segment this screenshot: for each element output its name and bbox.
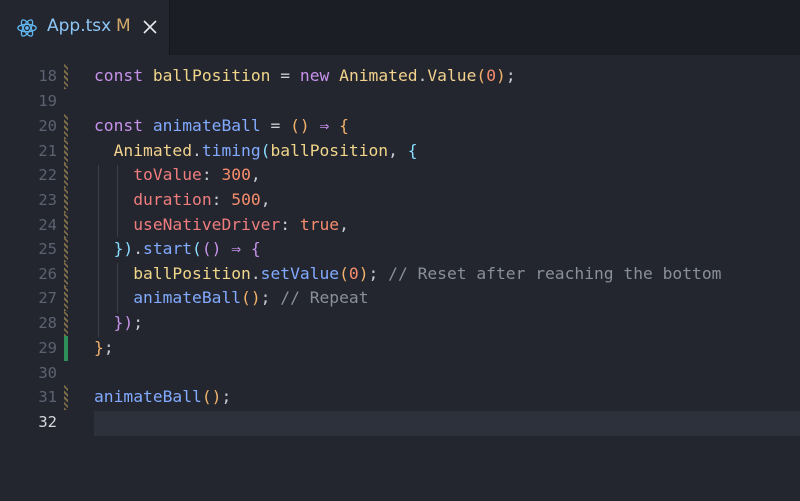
code-line: 27 animateBall(); // Repeat xyxy=(0,286,800,311)
line-number: 18 xyxy=(38,67,57,85)
code-line: 31 animateBall(); xyxy=(0,385,800,410)
code-text: useNativeDriver: true, xyxy=(133,215,349,234)
code-text: toValue: 300, xyxy=(133,165,261,184)
close-icon[interactable] xyxy=(141,18,159,36)
gutter-modified-marker xyxy=(64,114,68,139)
code-text: duration: 500, xyxy=(133,190,271,209)
line-number: 29 xyxy=(38,339,57,357)
modified-badge: M xyxy=(116,16,131,36)
code-text: animateBall(); // Repeat xyxy=(133,288,369,307)
code-text: }; xyxy=(94,338,114,357)
gutter-modified-marker xyxy=(64,385,68,410)
code-line: 19 xyxy=(0,89,800,114)
code-line: 17 xyxy=(0,55,800,63)
line-number: 30 xyxy=(38,364,57,382)
gutter-modified-marker xyxy=(64,188,68,213)
code-line: 28 }); xyxy=(0,311,800,336)
code-line-current[interactable]: 32 xyxy=(0,410,800,435)
code-line: 24 useNativeDriver: true, xyxy=(0,213,800,238)
code-text: animateBall(); xyxy=(94,387,232,406)
code-text: Animated.timing(ballPosition, { xyxy=(113,141,418,160)
line-number: 31 xyxy=(38,388,57,406)
line-number: 24 xyxy=(38,216,57,234)
line-number: 20 xyxy=(38,117,57,135)
code-text: ballPosition.setValue(0); // Reset after… xyxy=(133,264,722,283)
line-number-current: 32 xyxy=(38,413,57,431)
code-line: 23 duration: 500, xyxy=(0,188,800,213)
line-number: 26 xyxy=(38,265,57,283)
line-number: 22 xyxy=(38,166,57,184)
code-line: 20 const animateBall = () ⇒ { xyxy=(0,114,800,139)
code-line: 21 Animated.timing(ballPosition, { xyxy=(0,139,800,164)
gutter-modified-marker xyxy=(64,139,68,164)
line-number: 25 xyxy=(38,240,57,258)
gutter-modified-marker xyxy=(64,213,68,238)
code-line: 18 const ballPosition = new Animated.Val… xyxy=(0,64,800,89)
code-line: 29 }; xyxy=(0,336,800,361)
code-line: 22 toValue: 300, xyxy=(0,163,800,188)
code-text: const animateBall = () ⇒ { xyxy=(94,116,349,135)
tab-bar: App.tsx M xyxy=(0,0,800,55)
code-editor[interactable]: 17 18 const ballPosition = new Animated.… xyxy=(0,55,800,501)
gutter-modified-marker xyxy=(64,286,68,311)
line-number: 17 xyxy=(0,55,57,63)
gutter-modified-marker xyxy=(64,163,68,188)
code-text: }); xyxy=(113,313,144,332)
gutter-modified-marker xyxy=(64,311,68,336)
gutter-modified-marker xyxy=(64,237,68,262)
tab-app-tsx[interactable]: App.tsx M xyxy=(0,0,170,55)
tab-filename: App.tsx xyxy=(47,16,112,36)
line-number: 19 xyxy=(38,92,57,110)
line-number: 23 xyxy=(38,191,57,209)
gutter-added-marker xyxy=(64,336,68,361)
code-line: 25 }).start(() ⇒ { xyxy=(0,237,800,262)
gutter-modified-marker xyxy=(64,64,68,89)
line-number: 21 xyxy=(38,142,57,160)
code-line: 26 ballPosition.setValue(0); // Reset af… xyxy=(0,262,800,287)
line-number: 28 xyxy=(38,314,57,332)
code-line: 30 xyxy=(0,361,800,386)
code-text: }).start(() ⇒ { xyxy=(113,239,261,258)
gutter-modified-marker xyxy=(64,262,68,287)
code-text: const ballPosition = new Animated.Value(… xyxy=(94,66,516,85)
react-icon xyxy=(17,19,37,37)
line-number: 27 xyxy=(38,289,57,307)
